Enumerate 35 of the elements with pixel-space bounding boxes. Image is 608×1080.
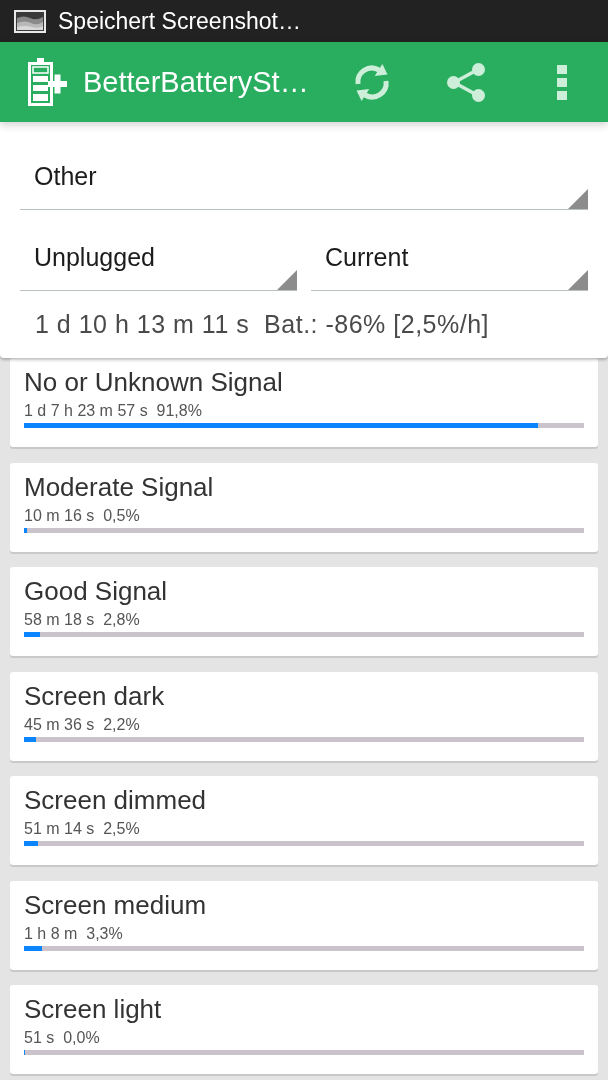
dropdown[interactable]: Unplugged	[20, 231, 297, 291]
image-icon	[14, 10, 46, 33]
stat-card[interactable]: Moderate Signal 10 m 16 s 0,5%	[10, 462, 598, 552]
stat-card[interactable]: Screen light 51 s 0,0%	[10, 985, 598, 1074]
stat-detail: 51 s 0,0%	[24, 1028, 101, 1048]
stat-title: Moderate Signal	[24, 471, 215, 502]
stat-card[interactable]: Screen dark 45 m 36 s 2,2%	[10, 671, 598, 761]
stat-card[interactable]: Good Signal 58 m 18 s 2,8%	[10, 567, 598, 656]
app-title: BetterBatterySt…	[83, 65, 309, 99]
refresh-icon[interactable]	[353, 61, 391, 103]
dropdown-triangle-icon	[568, 189, 588, 209]
stat-title: Good Signal	[24, 576, 169, 606]
stat-detail: 10 m 16 s 0,5%	[24, 505, 141, 526]
battery-plus-icon	[28, 58, 67, 106]
overflow-menu-icon[interactable]	[557, 64, 567, 100]
dropdown[interactable]: Other	[20, 150, 588, 210]
share-icon[interactable]	[447, 62, 485, 102]
stat-title: Screen light	[24, 994, 163, 1024]
notification-text: Speichert Screenshot…	[58, 7, 301, 35]
stat-detail: 1 d 7 h 23 m 57 s 91,8%	[24, 401, 203, 421]
stat-detail: 58 m 18 s 2,8%	[24, 610, 141, 630]
stat-detail: 1 h 8 m 3,3%	[24, 923, 124, 944]
dropdown[interactable]: Current	[311, 231, 588, 291]
dropdown-triangle-icon	[568, 270, 588, 290]
stat-title: No or Unknown Signal	[24, 367, 284, 397]
summary-text: 1 d 10 h 13 m 11 s Bat.: -86% [2,5%/h]	[34, 309, 490, 339]
dropdown-triangle-icon	[277, 270, 297, 290]
stat-card[interactable]: No or Unknown Signal 1 d 7 h 23 m 57 s 91,8%	[10, 358, 598, 447]
stat-title: Screen dark	[24, 680, 166, 711]
stat-detail: 51 m 14 s 2,5%	[24, 819, 141, 839]
stat-detail: 45 m 36 s 2,2%	[24, 714, 141, 735]
stat-card[interactable]: Screen medium 1 h 8 m 3,3%	[10, 880, 598, 970]
stat-card[interactable]: Screen dimmed 51 m 14 s 2,5%	[10, 776, 598, 865]
stat-title: Screen dimmed	[24, 785, 208, 815]
stat-title: Screen medium	[24, 889, 208, 920]
